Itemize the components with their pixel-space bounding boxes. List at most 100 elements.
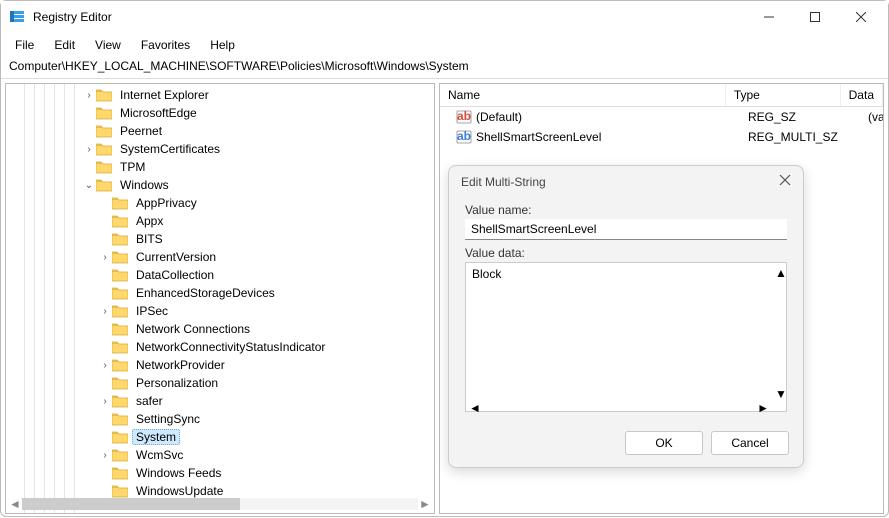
folder-icon: [96, 106, 112, 120]
folder-icon: [96, 124, 112, 138]
tree-item[interactable]: DataCollection: [6, 266, 434, 284]
tree-item-label: Network Connections: [132, 321, 254, 337]
folder-icon: [112, 376, 128, 390]
address-bar[interactable]: Computer\HKEY_LOCAL_MACHINE\SOFTWARE\Pol…: [1, 57, 888, 79]
tree-item[interactable]: › SystemCertificates: [6, 140, 434, 158]
folder-icon: [112, 322, 128, 336]
list-row[interactable]: ab(Default)REG_SZ(value no: [440, 107, 883, 127]
value-name: (Default): [476, 110, 522, 124]
ok-button[interactable]: OK: [625, 431, 703, 455]
folder-icon: [112, 304, 128, 318]
folder-icon: [96, 142, 112, 156]
tree-item[interactable]: Peernet: [6, 122, 434, 140]
tree-item-label: NetworkProvider: [132, 357, 229, 373]
tree-item-label: CurrentVersion: [132, 249, 220, 265]
pane-splitter[interactable]: [439, 277, 440, 317]
tree-item[interactable]: Windows Feeds: [6, 464, 434, 482]
tree-item[interactable]: EnhancedStorageDevices: [6, 284, 434, 302]
tree[interactable]: ›Internet ExplorerMicrosoftEdgePeernet › S…: [6, 84, 434, 513]
chevron-right-icon[interactable]: ›: [98, 450, 112, 461]
chevron-right-icon[interactable]: ›: [98, 360, 112, 371]
app-icon: [9, 9, 25, 25]
scroll-up-icon[interactable]: ▲: [775, 266, 783, 274]
chevron-right-icon[interactable]: ›: [82, 90, 96, 101]
list-row[interactable]: abShellSmartScreenLevelREG_MULTI_SZ: [440, 127, 883, 147]
tree-item[interactable]: SettingSync: [6, 410, 434, 428]
textarea-horizontal-scrollbar[interactable]: ◄ ►: [467, 401, 771, 413]
cancel-button[interactable]: Cancel: [711, 431, 789, 455]
tree-item[interactable]: › NetworkProvider: [6, 356, 434, 374]
value-data: (value no: [860, 109, 883, 125]
tree-item-label: EnhancedStorageDevices: [132, 285, 279, 301]
scroll-right-icon[interactable]: ►: [418, 497, 432, 511]
scroll-left-icon[interactable]: ◄: [469, 401, 481, 415]
menu-view[interactable]: View: [85, 36, 131, 54]
tree-item[interactable]: › CurrentVersion: [6, 248, 434, 266]
folder-icon: [112, 484, 128, 498]
value-icon: ab: [456, 129, 472, 145]
tree-item-label: SystemCertificates: [116, 141, 224, 157]
column-type[interactable]: Type: [726, 84, 841, 106]
minimize-button[interactable]: [746, 1, 792, 33]
tree-item-label: Windows Feeds: [132, 465, 225, 481]
tree-item[interactable]: Appx: [6, 212, 434, 230]
scroll-left-icon[interactable]: ◄: [8, 497, 22, 511]
menubar: File Edit View Favorites Help: [1, 33, 888, 57]
tree-item-label: DataCollection: [132, 267, 218, 283]
tree-item[interactable]: AppPrivacy: [6, 194, 434, 212]
tree-item-label: AppPrivacy: [132, 195, 201, 211]
maximize-button[interactable]: [792, 1, 838, 33]
value-name-input[interactable]: [465, 219, 787, 240]
tree-item-label: Appx: [132, 213, 167, 229]
column-name[interactable]: Name: [440, 84, 726, 106]
chevron-right-icon[interactable]: ›: [98, 396, 112, 407]
chevron-right-icon[interactable]: ›: [82, 144, 96, 155]
chevron-right-icon[interactable]: ›: [98, 252, 112, 263]
dialog-close-button[interactable]: [779, 174, 791, 189]
tree-item[interactable]: ⌄Windows: [6, 176, 434, 194]
window-controls: [746, 1, 884, 33]
tree-item[interactable]: ›IPSec: [6, 302, 434, 320]
tree-item[interactable]: ›WcmSvc: [6, 446, 434, 464]
folder-icon: [112, 412, 128, 426]
list-rows: ab(Default)REG_SZ(value noabShellSmartSc…: [440, 107, 883, 147]
close-button[interactable]: [838, 1, 884, 33]
svg-text:ab: ab: [457, 129, 471, 143]
scroll-down-icon[interactable]: ▼: [775, 387, 783, 395]
tree-item[interactable]: NetworkConnectivityStatusIndicator: [6, 338, 434, 356]
tree-item-label: safer: [132, 393, 167, 409]
tree-horizontal-scrollbar[interactable]: ◄ ►: [8, 497, 432, 511]
tree-item[interactable]: Network Connections: [6, 320, 434, 338]
value-data-textarea[interactable]: [465, 262, 787, 412]
tree-item[interactable]: ›Internet Explorer: [6, 86, 434, 104]
chevron-down-icon[interactable]: ⌄: [82, 180, 96, 191]
folder-icon: [112, 340, 128, 354]
scroll-right-icon[interactable]: ►: [757, 401, 769, 415]
folder-icon: [112, 358, 128, 372]
tree-item-label: NetworkConnectivityStatusIndicator: [132, 339, 329, 355]
tree-item-label: System: [132, 429, 180, 445]
tree-item[interactable]: › safer: [6, 392, 434, 410]
folder-icon: [112, 196, 128, 210]
menu-help[interactable]: Help: [200, 36, 245, 54]
value-data: [860, 136, 883, 138]
folder-icon: [112, 250, 128, 264]
tree-item[interactable]: TPM: [6, 158, 434, 176]
textarea-vertical-scrollbar[interactable]: ▲ ▼: [773, 266, 785, 395]
tree-item[interactable]: BITS: [6, 230, 434, 248]
value-data-label: Value data:: [465, 246, 787, 260]
value-name-label: Value name:: [465, 203, 787, 217]
folder-icon: [112, 214, 128, 228]
folder-icon: [112, 466, 128, 480]
list-header: Name Type Data: [440, 84, 883, 107]
column-data[interactable]: Data: [841, 84, 883, 106]
tree-item[interactable]: MicrosoftEdge: [6, 104, 434, 122]
tree-item[interactable]: Personalization: [6, 374, 434, 392]
menu-file[interactable]: File: [5, 36, 44, 54]
tree-item-label: Personalization: [132, 375, 222, 391]
menu-favorites[interactable]: Favorites: [131, 36, 200, 54]
chevron-right-icon[interactable]: ›: [98, 306, 112, 317]
tree-item[interactable]: System: [6, 428, 434, 446]
menu-edit[interactable]: Edit: [44, 36, 85, 54]
value-icon: ab: [456, 109, 472, 125]
